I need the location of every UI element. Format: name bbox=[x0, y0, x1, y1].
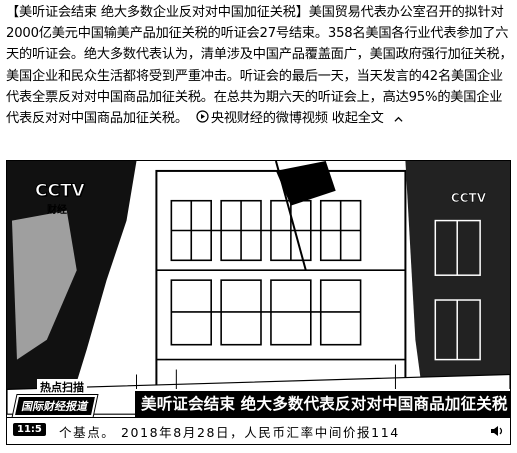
hot-topic-tag: 热点扫描 bbox=[37, 379, 87, 395]
program-tag: 国际财经报道 bbox=[12, 395, 98, 417]
collapse-label: 收起全文 bbox=[331, 111, 384, 127]
speaker-icon[interactable] bbox=[490, 424, 504, 438]
video-player[interactable]: CCTV 财经 CCTV 热点扫描 国际财经报道 美听证会结束 绝大多数代表反对… bbox=[6, 160, 511, 445]
collapse-button[interactable]: 收起全文 bbox=[332, 111, 403, 126]
video-link-label: 央视财经的微博视频 bbox=[210, 111, 328, 127]
post-body: 【美听证会结束 绝大多数企业反对对中国加征关税】美国贸易代表办公室召开的拟针对2… bbox=[6, 5, 513, 127]
cctv-channel-logo: CCTV bbox=[35, 181, 86, 202]
cctv-watermark: CCTV bbox=[450, 191, 487, 206]
video-link[interactable]: 央视财经的微博视频 bbox=[192, 110, 332, 127]
play-circle-icon bbox=[196, 110, 209, 123]
weibo-post-text: 【美听证会结束 绝大多数企业反对对中国加征关税】美国贸易代表办公室召开的拟针对2… bbox=[6, 2, 514, 129]
news-headline-band: 美听证会结束 绝大多数代表反对对中国商品加征关税 bbox=[135, 389, 510, 419]
news-ticker: 11:5 个基点。 2018年8月28日，人民币汇率中间价报114 bbox=[7, 417, 510, 444]
clock-badge: 11:5 bbox=[13, 423, 46, 436]
ticker-text: 个基点。 2018年8月28日，人民币汇率中间价报114 bbox=[59, 425, 400, 440]
channel-name: 财经 bbox=[47, 205, 67, 216]
chevron-up-icon bbox=[394, 116, 403, 122]
